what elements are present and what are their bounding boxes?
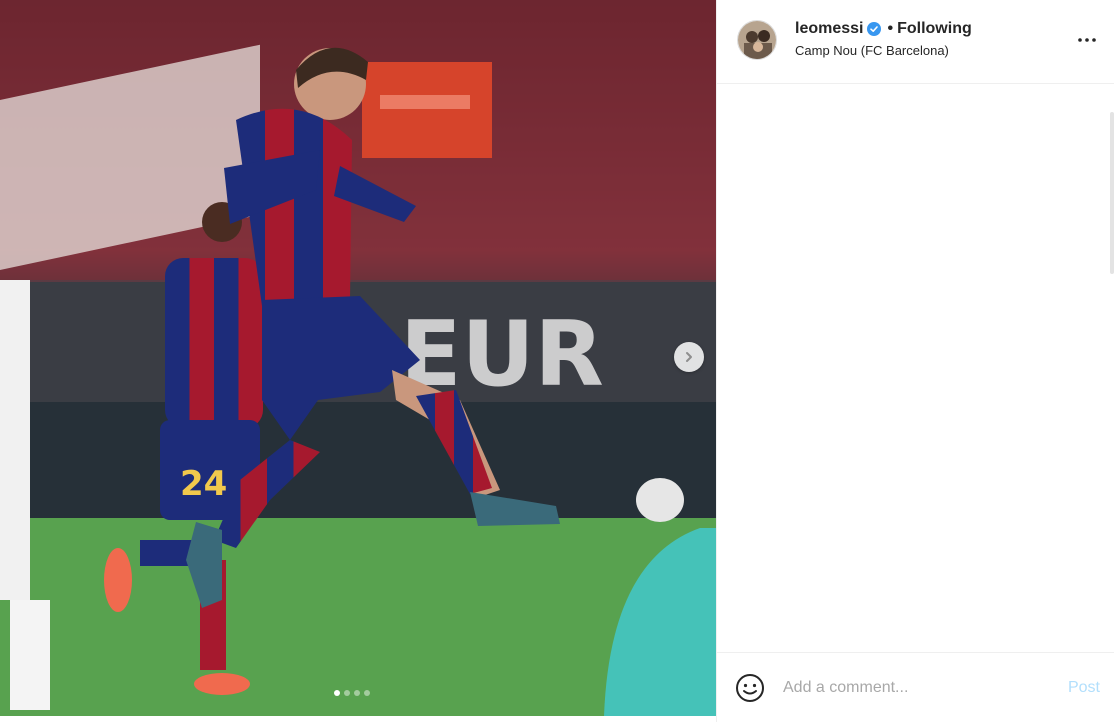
carousel-indicator	[334, 690, 370, 696]
comment-bar: Post	[717, 652, 1114, 722]
more-horizontal-icon	[1078, 38, 1096, 42]
more-options-button[interactable]	[1076, 30, 1098, 50]
avatar-image	[738, 20, 776, 59]
post-modal: EUR 24 leomessi • Following Camp Nou (FC…	[0, 0, 1114, 722]
avatar[interactable]	[737, 19, 777, 60]
separator-dot: •	[887, 19, 894, 37]
carousel-dot-active	[334, 690, 340, 696]
post-media[interactable]: EUR 24	[0, 0, 716, 716]
post-button[interactable]: Post	[1068, 679, 1100, 697]
comments-scrollbar[interactable]	[1110, 112, 1114, 274]
carousel-dot	[344, 690, 350, 696]
emoji-smile-icon[interactable]	[735, 673, 765, 703]
svg-text:24: 24	[180, 464, 227, 504]
comments-area[interactable]	[717, 84, 1114, 652]
location-link[interactable]: Camp Nou (FC Barcelona)	[795, 43, 972, 58]
comment-input[interactable]	[783, 678, 1068, 697]
carousel-next-button[interactable]	[674, 342, 704, 372]
post-photo: EUR 24	[0, 0, 716, 716]
username-link[interactable]: leomessi	[795, 20, 863, 38]
post-header: leomessi • Following Camp Nou (FC Barcel…	[717, 0, 1114, 84]
verified-badge-icon	[867, 21, 882, 36]
carousel-dot	[364, 690, 370, 696]
following-button[interactable]: Following	[897, 20, 972, 38]
user-info: leomessi • Following Camp Nou (FC Barcel…	[795, 20, 972, 58]
carousel-dot	[354, 690, 360, 696]
chevron-right-icon	[686, 352, 692, 362]
post-side-panel: leomessi • Following Camp Nou (FC Barcel…	[716, 0, 1114, 722]
